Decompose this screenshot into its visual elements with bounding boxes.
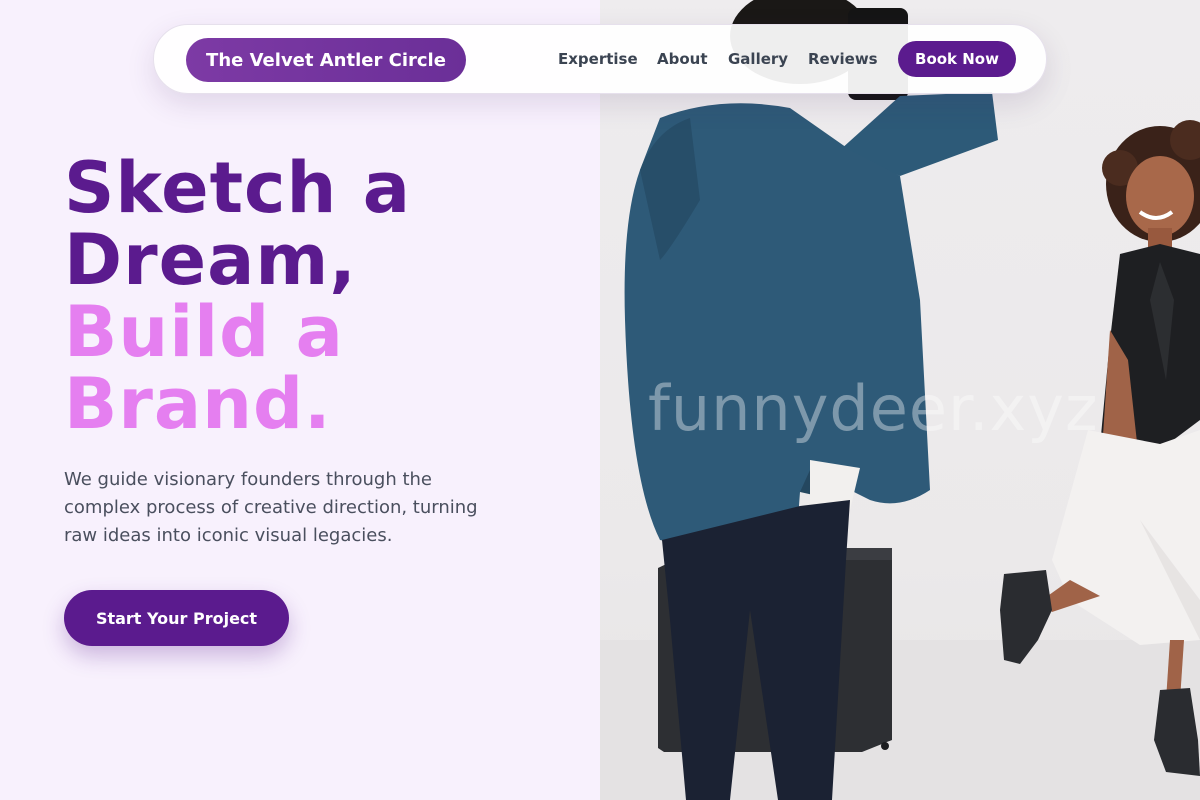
nav-link-about[interactable]: About xyxy=(657,50,708,68)
headline-line-2: Dream, xyxy=(64,219,357,301)
top-navigation: The Velvet Antler Circle Expertise About… xyxy=(153,24,1047,94)
nav-link-gallery[interactable]: Gallery xyxy=(728,50,788,68)
headline-line-1: Sketch a xyxy=(64,147,411,229)
headline-line-3: Build a xyxy=(64,291,344,373)
start-project-button[interactable]: Start Your Project xyxy=(64,590,289,646)
hero-left-panel: Sketch a Dream, Build a Brand. We guide … xyxy=(0,0,600,800)
headline-line-4: Brand. xyxy=(64,363,332,445)
brand-logo[interactable]: The Velvet Antler Circle xyxy=(186,38,466,82)
book-now-button[interactable]: Book Now xyxy=(898,41,1016,77)
watermark-text: funnydeer.xyz xyxy=(648,372,1099,445)
nav-link-expertise[interactable]: Expertise xyxy=(558,50,638,68)
hero-photo: funnydeer.xyz xyxy=(600,0,1200,800)
hero-headline: Sketch a Dream, Build a Brand. xyxy=(64,152,411,440)
nav-link-reviews[interactable]: Reviews xyxy=(808,50,878,68)
hero-description: We guide visionary founders through the … xyxy=(64,469,478,546)
